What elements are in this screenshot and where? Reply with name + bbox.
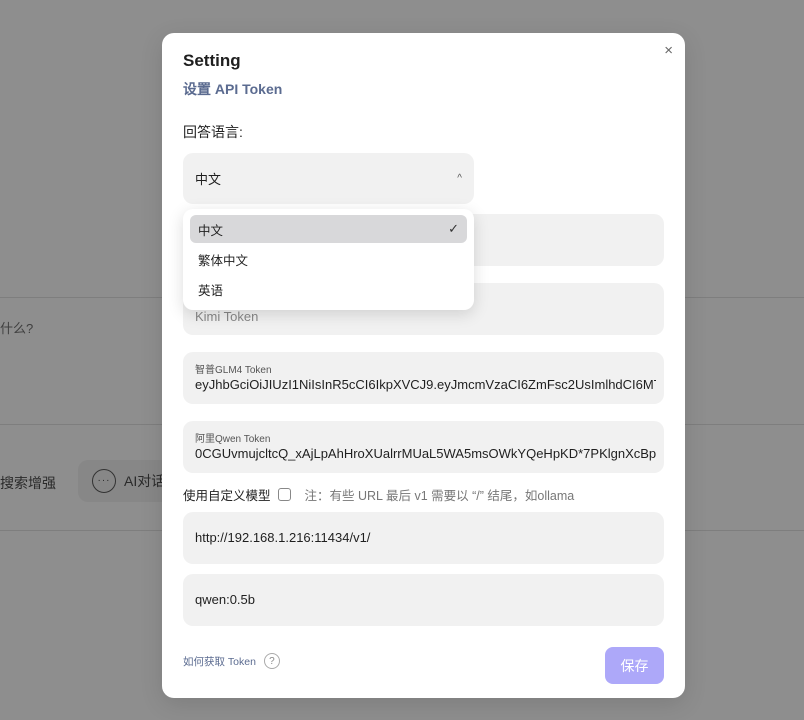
background-search-enhance-button[interactable]: 搜索增强 <box>0 473 56 493</box>
background-question-text: 什么? <box>0 321 34 336</box>
language-option-chinese[interactable]: 中文 ✓ <box>190 215 467 243</box>
background-ai-chat-label: AI对话 <box>124 473 166 489</box>
answer-language-value: 中文 <box>195 172 222 187</box>
chat-bubble-icon: ··· <box>92 469 116 493</box>
custom-model-label: 使用自定义模型 <box>183 489 271 503</box>
qwen-token-label: 阿里Qwen Token <box>195 434 271 445</box>
modal-title: Setting <box>183 51 241 70</box>
glm4-token-field[interactable]: 智普GLM4 Token eyJhbGciOiJIUzI1NiIsInR5cCI… <box>183 352 664 404</box>
language-option-label: 中文 <box>198 223 224 238</box>
close-icon[interactable]: × <box>664 43 673 58</box>
language-option-label: 英语 <box>198 283 224 298</box>
qwen-token-value: 0CGUvmujcltcQ_xAjLpAhHroXUalrrMUaL5WA5ms… <box>195 446 656 461</box>
chevron-up-icon: ^ <box>457 173 462 184</box>
custom-url-field[interactable]: http://192.168.1.216:11434/v1/ <box>183 512 664 564</box>
language-option-traditional-chinese[interactable]: 繁体中文 <box>190 245 467 273</box>
how-to-get-token-link[interactable]: 如何获取 Token <box>183 654 256 669</box>
language-option-label: 繁体中文 <box>198 253 249 268</box>
custom-model-row: 使用自定义模型 注：有些 URL 最后 v1 需要以 “/” 结尾，如ollam… <box>183 485 574 504</box>
custom-model-checkbox[interactable] <box>277 488 291 501</box>
kimi-token-placeholder: Kimi Token <box>195 309 259 324</box>
language-option-english[interactable]: 英语 <box>190 275 467 303</box>
qwen-token-field[interactable]: 阿里Qwen Token 0CGUvmujcltcQ_xAjLpAhHroXUa… <box>183 421 664 473</box>
glm4-token-label: 智普GLM4 Token <box>195 365 272 376</box>
how-to-get-token: 如何获取 Token ? <box>183 653 280 669</box>
language-dropdown-menu: 中文 ✓ 繁体中文 英语 <box>183 209 474 310</box>
glm4-token-value: eyJhbGciOiJIUzI1NiIsInR5cCI6IkpXVCJ9.eyJ… <box>195 377 656 392</box>
question-icon[interactable]: ? <box>263 653 280 669</box>
answer-language-label: 回答语言: <box>183 124 243 140</box>
checkmark-icon: ✓ <box>448 221 459 236</box>
modal-subtitle: 设置 API Token <box>183 81 283 97</box>
custom-url-value: http://192.168.1.216:11434/v1/ <box>195 530 371 545</box>
custom-model-name-value: qwen:0.5b <box>195 592 255 607</box>
custom-model-name-field[interactable]: qwen:0.5b <box>183 574 664 626</box>
save-button[interactable]: 保存 <box>605 647 664 684</box>
answer-language-select[interactable]: 中文 ^ <box>183 153 474 204</box>
custom-model-note: 注：有些 URL 最后 v1 需要以 “/” 结尾，如ollama <box>304 489 575 503</box>
settings-modal: × Setting 设置 API Token 回答语言: 中文 ^ Kimi T… <box>162 33 685 698</box>
